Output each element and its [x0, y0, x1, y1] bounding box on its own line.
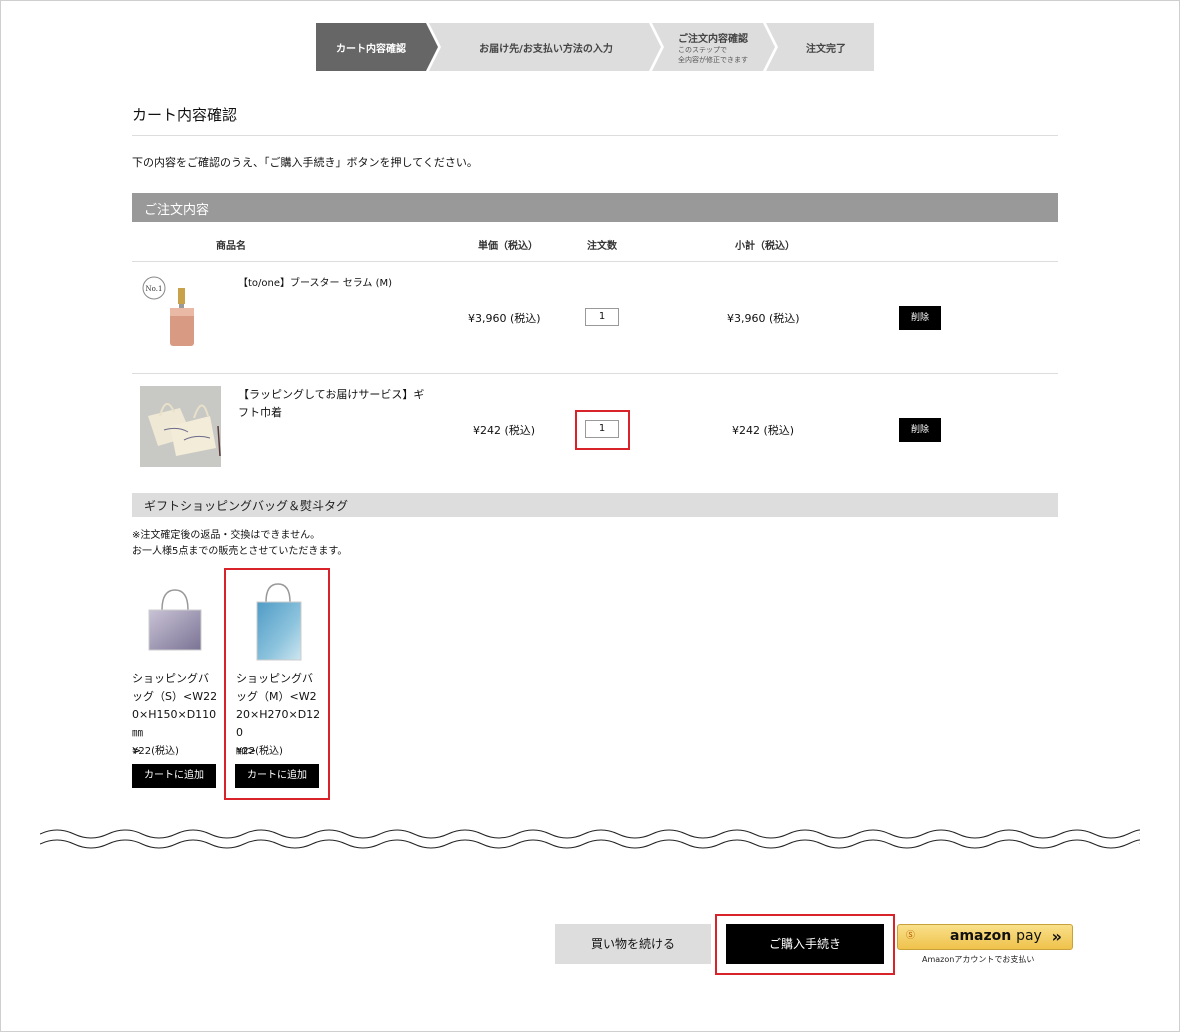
gift-note-1: ※注文確定後の返品・交換はできません。	[132, 530, 321, 541]
step-address-payment: お届け先/お支払い方法の入力	[441, 23, 651, 71]
add-to-cart-button[interactable]: カートに追加	[235, 764, 319, 788]
table-divider	[132, 261, 1058, 262]
shopping-bag-m-image[interactable]	[248, 580, 308, 664]
checkout-button[interactable]: ご購入手続き	[726, 924, 884, 964]
delete-button[interactable]: 削除	[899, 306, 941, 330]
step-order-confirm: ご注文内容確認 このステップで 全内容が修正できます	[664, 23, 764, 71]
badge-text: No.1	[146, 285, 163, 293]
unit-price: ¥242 (税込)	[473, 424, 536, 437]
serum-bottle-icon: No.1	[142, 276, 194, 346]
amazon-brand: amazon	[950, 928, 1012, 944]
step-label: ご注文内容確認	[678, 33, 748, 45]
shopping-bag-s-icon	[148, 589, 202, 651]
amazon-coin-icon: Ⓢ	[906, 931, 916, 941]
gift-note-2: お一人様5点までの販売とさせていただきます。	[132, 546, 348, 557]
step-label: 注文完了	[806, 43, 846, 55]
product-name[interactable]: 【to/one】ブースター セラム (M)	[238, 275, 392, 293]
bag-name-line: 0×H150×D110㎜	[132, 708, 217, 739]
step-cart-confirm: カート内容確認	[316, 23, 426, 71]
bag-name-line: ショッピングバ	[132, 672, 209, 685]
amazon-pay-caption: Amazonアカウントでお支払い	[922, 955, 1035, 964]
bag-price: ¥22(税込)	[132, 746, 179, 757]
shopping-bag-m-icon	[256, 583, 302, 661]
chevron-right-icon: »	[1051, 927, 1062, 946]
order-section-header: ご注文内容	[132, 193, 1058, 222]
bag-name-line: ショッピングバ	[236, 672, 313, 685]
step-sub1: このステップで	[678, 45, 727, 54]
page-title: カート内容確認	[132, 106, 238, 124]
header-product: 商品名	[216, 241, 246, 252]
intro-text: 下の内容をご確認のうえ、「ご購入手続き」ボタンを押してください。	[132, 156, 478, 169]
amazon-pay-logo: amazon pay	[950, 928, 1042, 944]
row-divider	[132, 373, 1058, 374]
product-name[interactable]: 【ラッピングしてお届けサービス】ギ フト巾着	[238, 386, 424, 422]
quantity-input[interactable]: 1	[585, 420, 619, 438]
quantity-input[interactable]: 1	[585, 308, 619, 326]
shopping-bag-s-image[interactable]	[140, 584, 210, 658]
title-divider	[132, 135, 1058, 136]
delete-button[interactable]: 削除	[899, 418, 941, 442]
step-complete: 注文完了	[778, 23, 874, 71]
product-name-line2: フト巾着	[238, 406, 282, 419]
amazon-pay-button[interactable]: Ⓢ amazon pay »	[897, 924, 1073, 950]
step-sub2: 全内容が修正できます	[678, 55, 748, 64]
wavy-separator	[40, 829, 1140, 849]
unit-price: ¥3,960 (税込)	[468, 312, 541, 325]
gift-section-header: ギフトショッピングバッグ＆熨斗タグ	[132, 493, 1058, 517]
add-to-cart-button[interactable]: カートに追加	[132, 764, 216, 788]
continue-shopping-button[interactable]: 買い物を続ける	[555, 924, 711, 964]
serum-bottle-image[interactable]: No.1	[138, 274, 198, 350]
amazon-pay-suffix: pay	[1016, 928, 1042, 944]
bag-name-line: ッグ（S）<W22	[132, 690, 218, 703]
subtotal: ¥242 (税込)	[732, 424, 795, 437]
header-unit-price: 単価（税込）	[478, 241, 538, 252]
bag-name-line: 20×H270×D120	[236, 708, 321, 739]
step-label: カート内容確認	[336, 43, 406, 55]
checkout-steps: カート内容確認 お届け先/お支払い方法の入力 ご注文内容確認 このステップで 全…	[316, 23, 874, 71]
gift-pouch-image[interactable]	[140, 386, 221, 467]
bag-name-line: ッグ（M）<W2	[236, 690, 317, 703]
header-subtotal: 小計（税込）	[735, 241, 795, 252]
gift-pouch-icon	[148, 403, 221, 457]
subtotal: ¥3,960 (税込)	[727, 312, 800, 325]
step-label: お届け先/お支払い方法の入力	[479, 43, 613, 55]
product-name-line1: 【ラッピングしてお届けサービス】ギ	[238, 388, 425, 401]
bag-price: ¥22(税込)	[236, 746, 283, 757]
header-quantity: 注文数	[587, 241, 617, 252]
